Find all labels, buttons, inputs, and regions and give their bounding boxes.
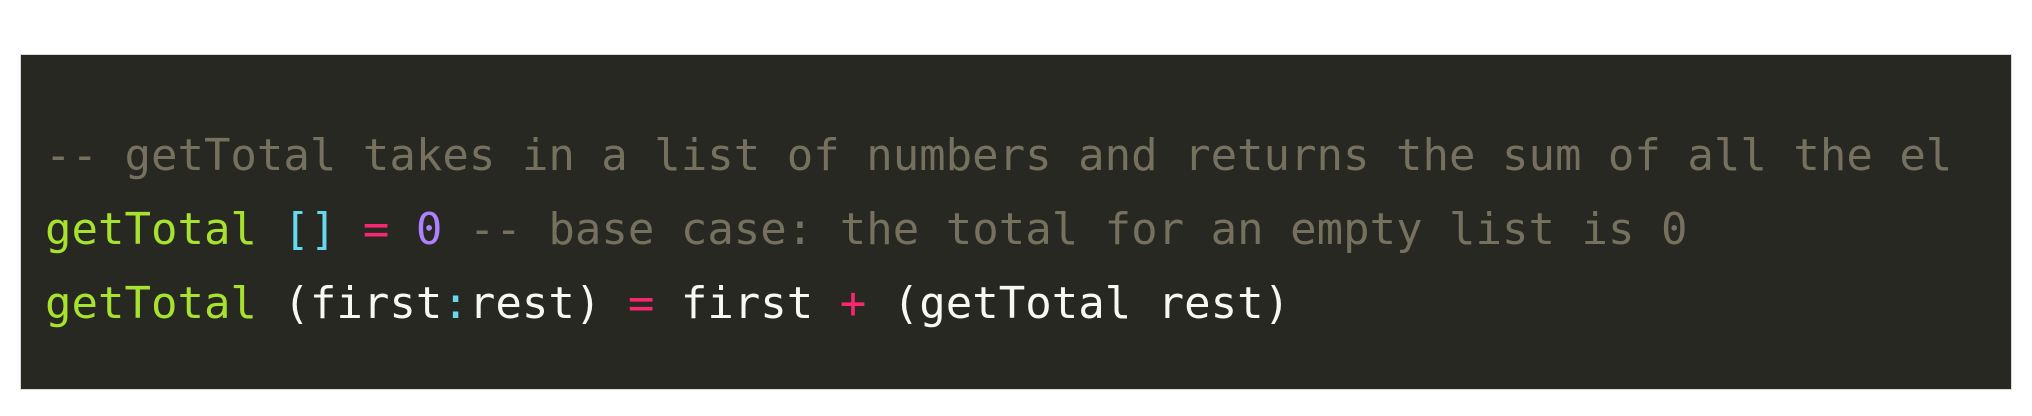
- number-literal: 0: [415, 204, 443, 255]
- comment-text: -- getTotal takes in a list of numbers a…: [45, 130, 1953, 181]
- function-name: getTotal: [45, 278, 257, 329]
- pattern-close: rest): [468, 278, 602, 329]
- code-block: -- getTotal takes in a list of numbers a…: [20, 54, 2012, 390]
- recursive-call: (getTotal rest): [892, 278, 1291, 329]
- plus-operator: +: [839, 278, 867, 329]
- pattern-open: (first: [283, 278, 443, 329]
- code-lines: -- getTotal takes in a list of numbers a…: [45, 119, 1952, 341]
- empty-list: []: [283, 204, 337, 255]
- code-line-comment: -- getTotal takes in a list of numbers a…: [45, 119, 1952, 193]
- code-line-recursive-case: getTotal (first:rest) = first + (getTota…: [45, 267, 1952, 341]
- function-name: getTotal: [45, 204, 257, 255]
- code-line-base-case: getTotal [] = 0 -- base case: the total …: [45, 193, 1952, 267]
- cons-operator: :: [442, 278, 469, 329]
- equals-operator: =: [362, 204, 390, 255]
- equals-operator: =: [627, 278, 655, 329]
- first-variable: first: [680, 278, 814, 329]
- inline-comment: -- base case: the total for an empty lis…: [468, 204, 1688, 255]
